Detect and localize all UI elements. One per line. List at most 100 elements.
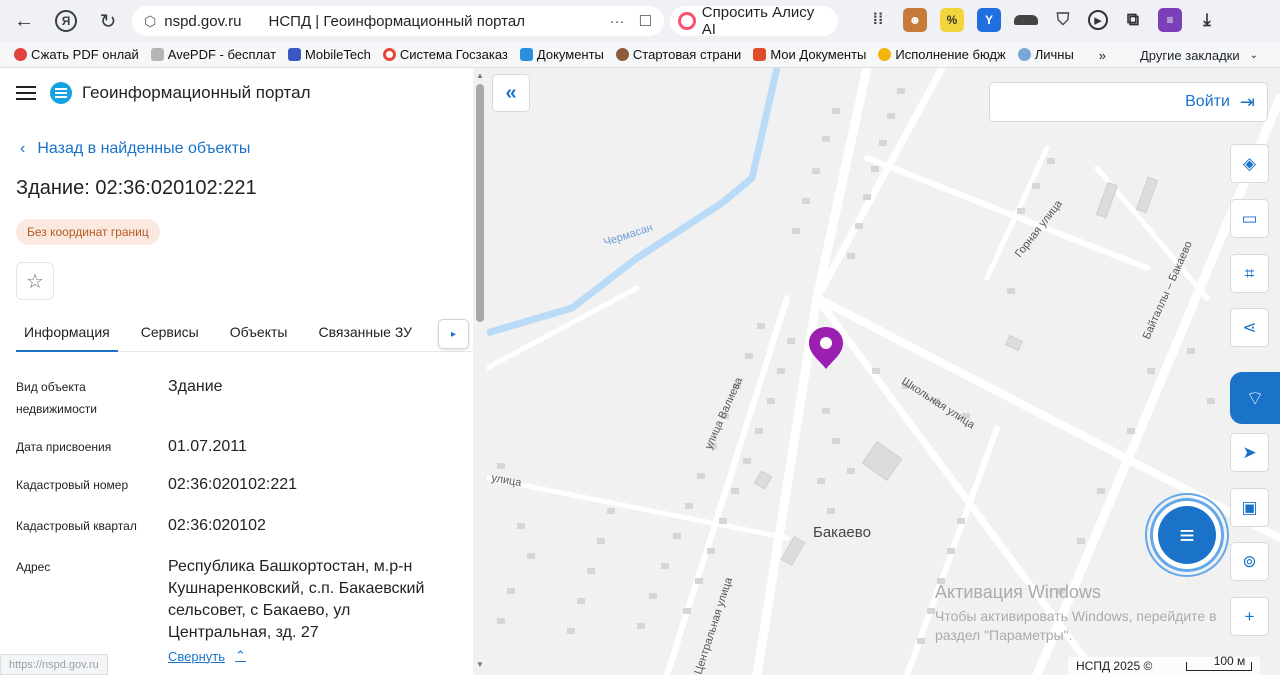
bookmark-label: Документы [536,47,604,62]
goszakaz-icon [382,48,396,61]
bookmark-item[interactable]: MobileTech [282,47,377,62]
alice-label: Спросить Алису AI [701,4,815,38]
address-bar[interactable]: ⬡ nspd.gov.ru НСПД | Геоинформационный п… [132,6,664,36]
area-search-icon[interactable]: ⌗ [1230,254,1269,293]
back-to-results-label: Назад в найденные объекты [37,140,251,157]
status-badge: Без координат границ [16,219,160,245]
download-icon[interactable]: ⤓ [1195,8,1219,32]
bookmark-label: Личны [1034,47,1074,62]
windows-activation-title: Активация Windows [935,582,1101,602]
bookmark-icon[interactable]: ☐ [639,12,652,30]
tab-objects[interactable]: Объекты [222,314,296,352]
puzzle-icon[interactable]: ⧉ [1121,8,1145,32]
bookmark-item[interactable]: Система Госзаказ [377,47,514,62]
field-value: 01.07.2011 [168,438,247,455]
scale-label: 100 м [1213,653,1246,668]
avepdf-icon [150,48,164,61]
windows-activation-text: Чтобы активировать Windows, перейдите в … [935,608,1217,643]
bookmark-label: Стартовая страни [632,47,742,62]
ruler-icon[interactable]: ▭ [1230,199,1269,238]
gnome-icon[interactable]: ☻ [903,8,927,32]
hat-icon[interactable] [1014,15,1038,25]
info-tabs: Информация Сервисы Объекты Связанные ЗУ … [16,314,476,352]
portal-brand[interactable]: Геоинформационный портал [50,82,311,104]
budget-icon [878,48,892,61]
river-label: Чермасан [602,222,654,249]
locate-icon[interactable]: ➤ [1230,433,1269,472]
location-marker-icon[interactable] [809,327,843,369]
share-icon[interactable]: ⋖ [1230,308,1269,347]
favorite-star-icon[interactable]: ☆ [16,262,54,300]
chevron-down-icon[interactable]: ⌄ [1250,50,1258,61]
scrollbar-thumb[interactable] [476,84,484,322]
bookmark-item[interactable]: Сжать PDF онлай [8,47,145,62]
compass-icon[interactable]: ⊚ [1230,542,1269,581]
shield-icon: ⬡ [144,12,157,29]
other-bookmarks-button[interactable]: Другие закладки [1140,48,1240,63]
yandex-icon[interactable]: Я [48,3,84,39]
scale-bar: 100 м [1186,654,1253,671]
tab-information[interactable]: Информация [16,314,118,352]
bookmark-item[interactable]: Стартовая страни [610,47,747,62]
chevron-up-icon: ⌃ [235,648,246,663]
books-icon[interactable]: ≡ [1158,8,1182,32]
back-to-results-link[interactable]: ‹ Назад в найденные объекты [20,140,250,158]
collapse-label: Свернуть [168,648,226,664]
layers-icon[interactable]: ◈ [1230,144,1269,183]
bookmark-item[interactable]: Документы [514,47,610,62]
tab-services[interactable]: Сервисы [133,314,207,352]
voice-icon[interactable]: ⁞⁞ [866,8,890,32]
reload-icon[interactable]: ↻ [90,3,126,39]
field-value: Республика Башкортостан, м.р-н Кушнаренк… [168,558,425,641]
bookmark-item[interactable]: Личны [1012,47,1080,62]
bookmark-item[interactable]: AvePDF - бесплат [145,47,282,62]
bookmark-label: Исполнение бюдж [895,47,1006,62]
browser-toolbar: ← Я ↻ ⬡ nspd.gov.ru НСПД | Геоинформацио… [0,0,1280,42]
bookmark-label: Сжать PDF онлай [31,47,139,62]
portal-logo-icon [50,82,72,104]
object-title: Здание: 02:36:020102:221 [16,177,257,199]
alice-button[interactable]: Спросить Алису AI [670,4,838,38]
alice-icon [678,12,696,30]
houses [497,88,1215,644]
scroll-down-icon[interactable]: ▼ [476,660,484,669]
village-label: Бакаево [813,524,871,541]
tabs-scroll-right-icon[interactable]: ▸ [438,319,469,349]
translate-icon[interactable]: Y [977,8,1001,32]
more-icon[interactable]: ··· [610,13,625,30]
login-button[interactable]: Войти ⇥ [989,82,1268,122]
zoom-in-icon[interactable]: + [1230,597,1269,636]
chevron-left-icon: ‹ [20,140,26,157]
back-arrow-icon[interactable]: ← [6,3,42,39]
login-icon: ⇥ [1239,91,1255,112]
field-label: Дата присвоения [16,440,112,454]
minimap-icon[interactable]: ▣ [1230,488,1269,527]
field-value: 02:36:020102 [168,517,266,534]
bookmark-item[interactable]: Исполнение бюдж [872,47,1011,62]
field-value: Здание [168,378,223,395]
panel-scrollbar[interactable]: ▲ ▼ [473,68,487,675]
assistant-icon[interactable]: ⌔ [1230,372,1280,424]
bookmark-label: MobileTech [305,47,371,62]
chat-icon[interactable]: ≡ [1158,506,1216,564]
url-domain: nspd.gov.ru [164,12,242,30]
field-label: Кадастровый квартал [16,519,137,533]
menu-icon[interactable] [16,86,36,100]
play-icon[interactable]: ▸ [1088,10,1108,30]
bookmark-item[interactable]: Мои Документы [747,47,872,62]
windows-activation-watermark: Активация Windows Чтобы активировать Win… [935,582,1231,645]
bookmark-label: AvePDF - бесплат [167,47,277,62]
scroll-up-icon[interactable]: ▲ [476,71,484,80]
bookmarks-more-button[interactable]: » [1099,48,1106,63]
portal-brand-label: Геоинформационный портал [82,83,311,102]
field-label: Вид объекта недвижимости [16,380,97,416]
collapse-panel-button[interactable]: « [492,74,530,112]
status-url: https://nspd.gov.ru [0,654,108,675]
field-label: Адрес [16,560,51,574]
mobiletech-icon [288,48,302,61]
discount-icon[interactable]: % [940,8,964,32]
tab-related-plots[interactable]: Связанные ЗУ [310,314,420,352]
field-label: Кадастровый номер [16,478,129,492]
collapse-link[interactable]: Свернуть ⌃ [168,648,246,664]
shield-ext-icon[interactable]: ⛉ [1051,8,1075,32]
